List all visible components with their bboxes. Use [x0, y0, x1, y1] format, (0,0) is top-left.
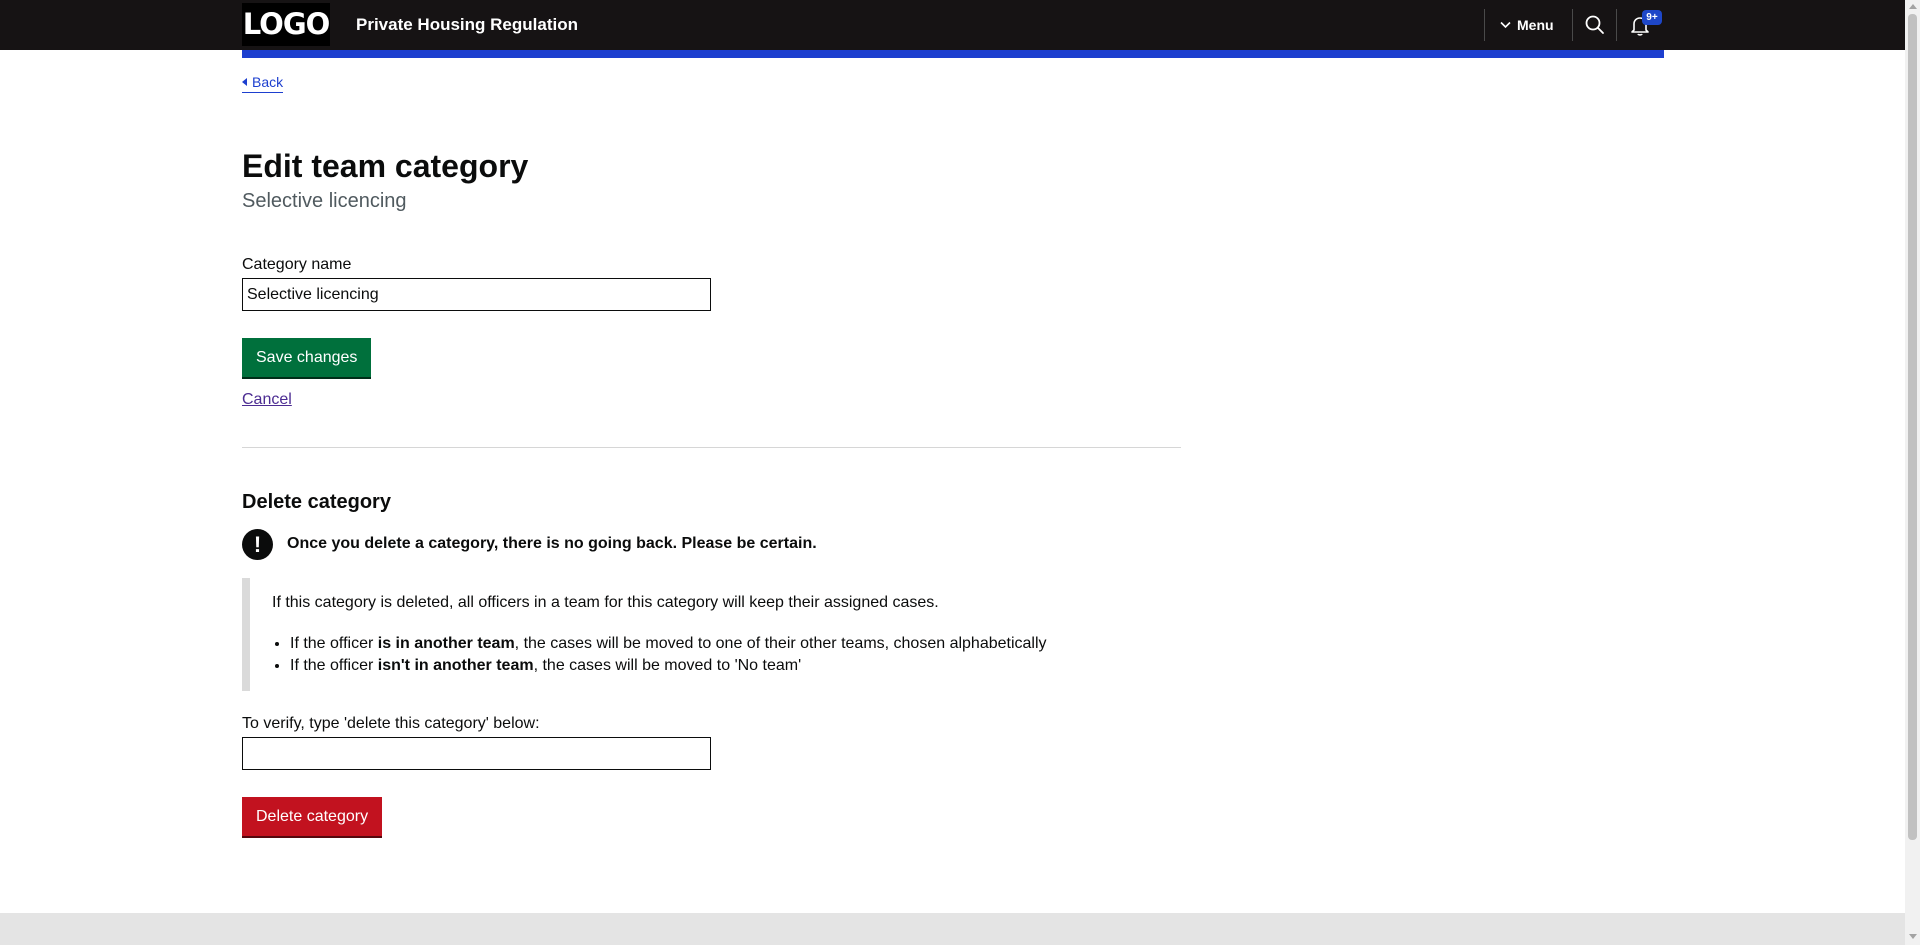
list-item: If the officer is in another team, the c… — [290, 633, 1047, 655]
site-header: LOGO Private Housing Regulation Menu 9+ — [0, 0, 1905, 50]
header-divider — [1572, 9, 1573, 41]
scroll-down-arrow-icon[interactable] — [1909, 934, 1917, 939]
header-divider — [1484, 9, 1485, 41]
warning-text: Once you delete a category, there is no … — [287, 535, 817, 552]
cancel-link[interactable]: Cancel — [242, 389, 292, 411]
consequence-list: If the officer is in another team, the c… — [290, 633, 1047, 677]
page-caption: Selective licencing — [242, 190, 407, 212]
page-title: Edit team category — [242, 148, 529, 184]
category-name-input[interactable] — [242, 278, 711, 311]
back-triangle-icon — [242, 78, 247, 86]
accent-bar — [242, 50, 1664, 58]
back-label: Back — [252, 74, 284, 90]
list-item: If the officer isn't in another team, th… — [290, 655, 1047, 677]
logo[interactable]: LOGO — [242, 3, 330, 46]
warning-icon: ! — [242, 528, 273, 560]
menu-label: Menu — [1517, 17, 1554, 33]
search-icon — [1585, 15, 1604, 34]
chevron-down-icon — [1500, 21, 1511, 29]
delete-category-button[interactable]: Delete category — [242, 797, 383, 836]
inset-text: If this category is deleted, all officer… — [242, 578, 1062, 691]
search-button[interactable] — [1584, 14, 1606, 36]
delete-section-heading: Delete category — [242, 491, 391, 513]
verify-input[interactable] — [242, 737, 711, 770]
notification-badge: 9+ — [1642, 10, 1662, 25]
scroll-up-arrow-icon[interactable] — [1909, 4, 1917, 9]
header-divider — [1616, 9, 1617, 41]
page-footer — [0, 913, 1905, 945]
category-name-label: Category name — [242, 256, 352, 273]
menu-button[interactable]: Menu — [1500, 13, 1554, 37]
warning-text-block: ! Once you delete a category, there is n… — [242, 528, 817, 560]
verify-label: To verify, type 'delete this category' b… — [242, 715, 540, 732]
inset-intro: If this category is deleted, all officer… — [272, 594, 939, 611]
section-divider — [242, 447, 1181, 448]
save-changes-button[interactable]: Save changes — [242, 338, 372, 377]
service-name[interactable]: Private Housing Regulation — [356, 13, 578, 37]
scrollbar-thumb[interactable] — [1908, 14, 1917, 840]
back-link[interactable]: Back — [242, 72, 284, 93]
